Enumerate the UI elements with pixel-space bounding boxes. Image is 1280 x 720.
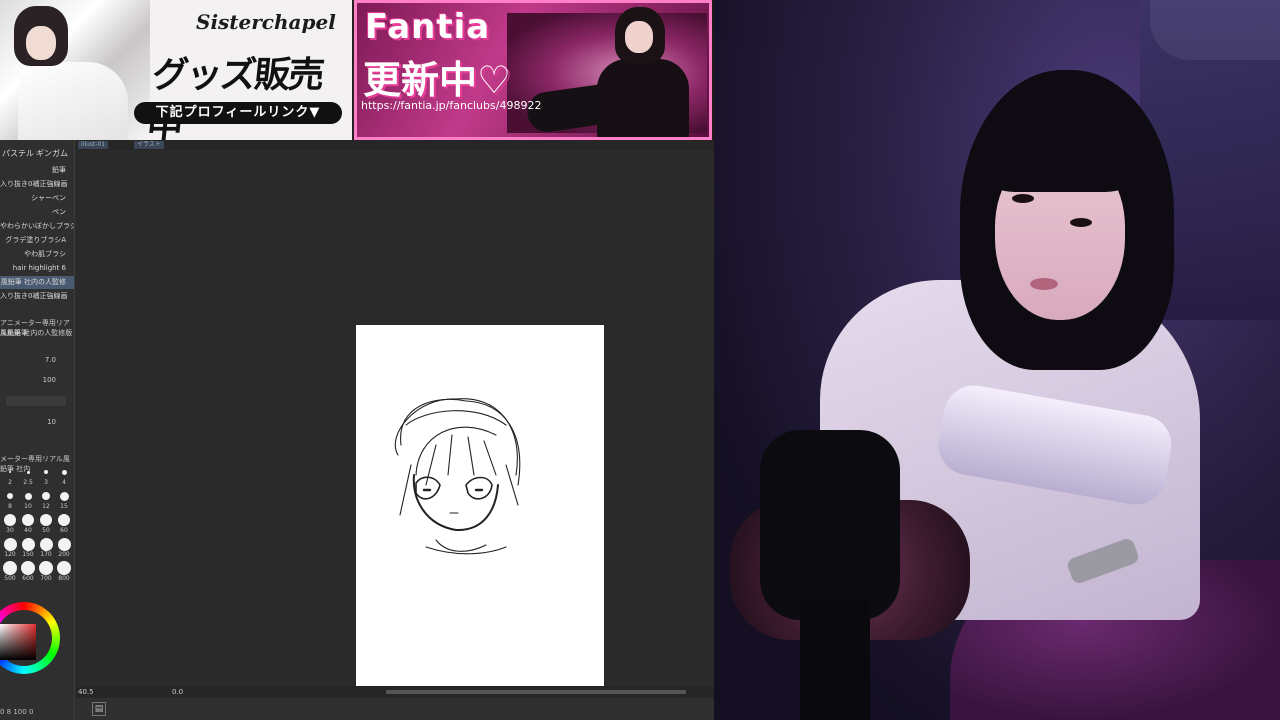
- size-label: 3: [44, 479, 48, 486]
- streamer-bangs: [985, 110, 1135, 192]
- cosplay-dress: [18, 62, 128, 140]
- size-label: 120: [4, 551, 16, 558]
- status-bar: 40.5 0.0: [76, 686, 714, 698]
- size-label: 10: [24, 503, 32, 510]
- brush-item[interactable]: シャーペン: [0, 192, 74, 205]
- size-dot[interactable]: [7, 493, 13, 499]
- size-label: 12: [42, 503, 50, 510]
- fantia-subtitle: 更新中♡: [363, 58, 512, 102]
- size-label: 170: [40, 551, 52, 558]
- brush-item[interactable]: ペン: [0, 206, 74, 219]
- opacity-value[interactable]: 100: [0, 376, 74, 384]
- size-dot[interactable]: [42, 492, 50, 500]
- brush-item[interactable]: hair highlight 6: [0, 262, 74, 275]
- density-value[interactable]: 10: [0, 418, 74, 426]
- brush-shape-selector[interactable]: [6, 396, 66, 406]
- brush-size-value[interactable]: 7.0: [0, 356, 74, 364]
- tab-document-active[interactable]: イラスト: [134, 141, 164, 149]
- brush-item[interactable]: 入り抜き0補正強線画: [0, 290, 74, 303]
- size-label: 2: [8, 479, 12, 486]
- layer-icon[interactable]: ▤: [92, 702, 106, 716]
- zoom-readout[interactable]: 40.5: [78, 686, 94, 698]
- size-dot[interactable]: [57, 561, 71, 575]
- size-dot[interactable]: [3, 561, 17, 575]
- streamer-eye: [1012, 194, 1034, 203]
- size-label: 2.5: [23, 479, 33, 486]
- fantia-title: Fantia: [365, 7, 491, 47]
- size-dot[interactable]: [39, 537, 53, 551]
- model-body: [597, 59, 689, 137]
- tab-document[interactable]: illust-01: [78, 141, 109, 149]
- streamer-lips: [1030, 278, 1058, 290]
- horizontal-scrollbar[interactable]: [386, 690, 686, 694]
- size-dot[interactable]: [44, 470, 48, 474]
- size-dot[interactable]: [59, 491, 69, 501]
- size-label: 30: [6, 527, 14, 534]
- brush-item-selected[interactable]: 風鉛筆 社内の人監修: [0, 276, 74, 289]
- size-label: 50: [42, 527, 50, 534]
- angle-readout[interactable]: 0.0: [172, 686, 183, 698]
- property-brush-name: 風鉛筆 社内の人監修版: [0, 329, 73, 337]
- size-label: 8: [8, 503, 12, 510]
- profile-link-pill[interactable]: 下記プロフィールリンク▼: [134, 102, 342, 124]
- color-readout: 0 8 100 0: [0, 708, 34, 716]
- microphone-stand: [800, 600, 870, 720]
- size-palette: 2 2.5 3 4 8 10 12 15 30 40 50 60 120 150 170 200 500 600 7…: [0, 466, 74, 586]
- size-dot[interactable]: [21, 537, 35, 551]
- brush-item[interactable]: グラデ塗りブラシA: [0, 234, 74, 247]
- bottom-toolbar: ▤: [76, 698, 714, 720]
- goods-headline: グッズ販売中: [145, 54, 325, 140]
- cosplay-face: [26, 26, 56, 60]
- sketch-drawing: [394, 398, 521, 555]
- document-tabs: illust-01 イラスト: [76, 140, 714, 150]
- streamer-eye: [1070, 218, 1092, 227]
- size-dot[interactable]: [24, 492, 32, 500]
- size-dot[interactable]: [22, 514, 34, 526]
- size-dot[interactable]: [58, 514, 70, 526]
- size-dot[interactable]: [40, 514, 52, 526]
- size-label: 150: [22, 551, 34, 558]
- size-label: 4: [62, 479, 66, 486]
- goods-banner[interactable]: Sisterchapel グッズ販売中 下記プロフィールリンク▼: [0, 0, 354, 140]
- size-dot[interactable]: [21, 561, 35, 575]
- brand-logo: Sisterchapel: [196, 10, 336, 34]
- size-dot[interactable]: [4, 514, 16, 526]
- size-dot[interactable]: [9, 471, 11, 473]
- tab-pastel[interactable]: パステル: [2, 146, 34, 162]
- size-label: 40: [24, 527, 32, 534]
- color-picker-square[interactable]: [0, 624, 36, 660]
- brush-item[interactable]: やわらかいぼかしブラシ: [0, 220, 74, 233]
- size-label: 700: [40, 575, 52, 582]
- size-label: 800: [58, 575, 70, 582]
- brush-item[interactable]: 入り抜き0補正強線画: [0, 178, 74, 191]
- size-dot[interactable]: [26, 470, 30, 474]
- drawing-canvas[interactable]: [356, 325, 604, 688]
- size-label: 600: [22, 575, 34, 582]
- size-label: 15: [60, 503, 68, 510]
- size-label: 200: [58, 551, 70, 558]
- size-dot[interactable]: [3, 537, 17, 551]
- panel-tabs: パステル ギンガム: [0, 146, 74, 162]
- size-label: 60: [60, 527, 68, 534]
- fantia-url[interactable]: https://fantia.jp/fanclubs/498922: [361, 99, 541, 112]
- brush-item[interactable]: 鉛筆: [0, 164, 74, 177]
- size-dot[interactable]: [61, 469, 67, 475]
- microphone: [760, 430, 900, 620]
- fantia-banner[interactable]: Fantia 更新中♡ https://fantia.jp/fanclubs/4…: [354, 0, 712, 140]
- size-label: 500: [4, 575, 16, 582]
- size-dot[interactable]: [57, 537, 71, 551]
- tab-gingham[interactable]: ギンガム: [36, 146, 68, 162]
- brush-item[interactable]: やわ肌ブラシ: [0, 248, 74, 261]
- model-face: [625, 21, 653, 53]
- size-dot[interactable]: [39, 561, 53, 575]
